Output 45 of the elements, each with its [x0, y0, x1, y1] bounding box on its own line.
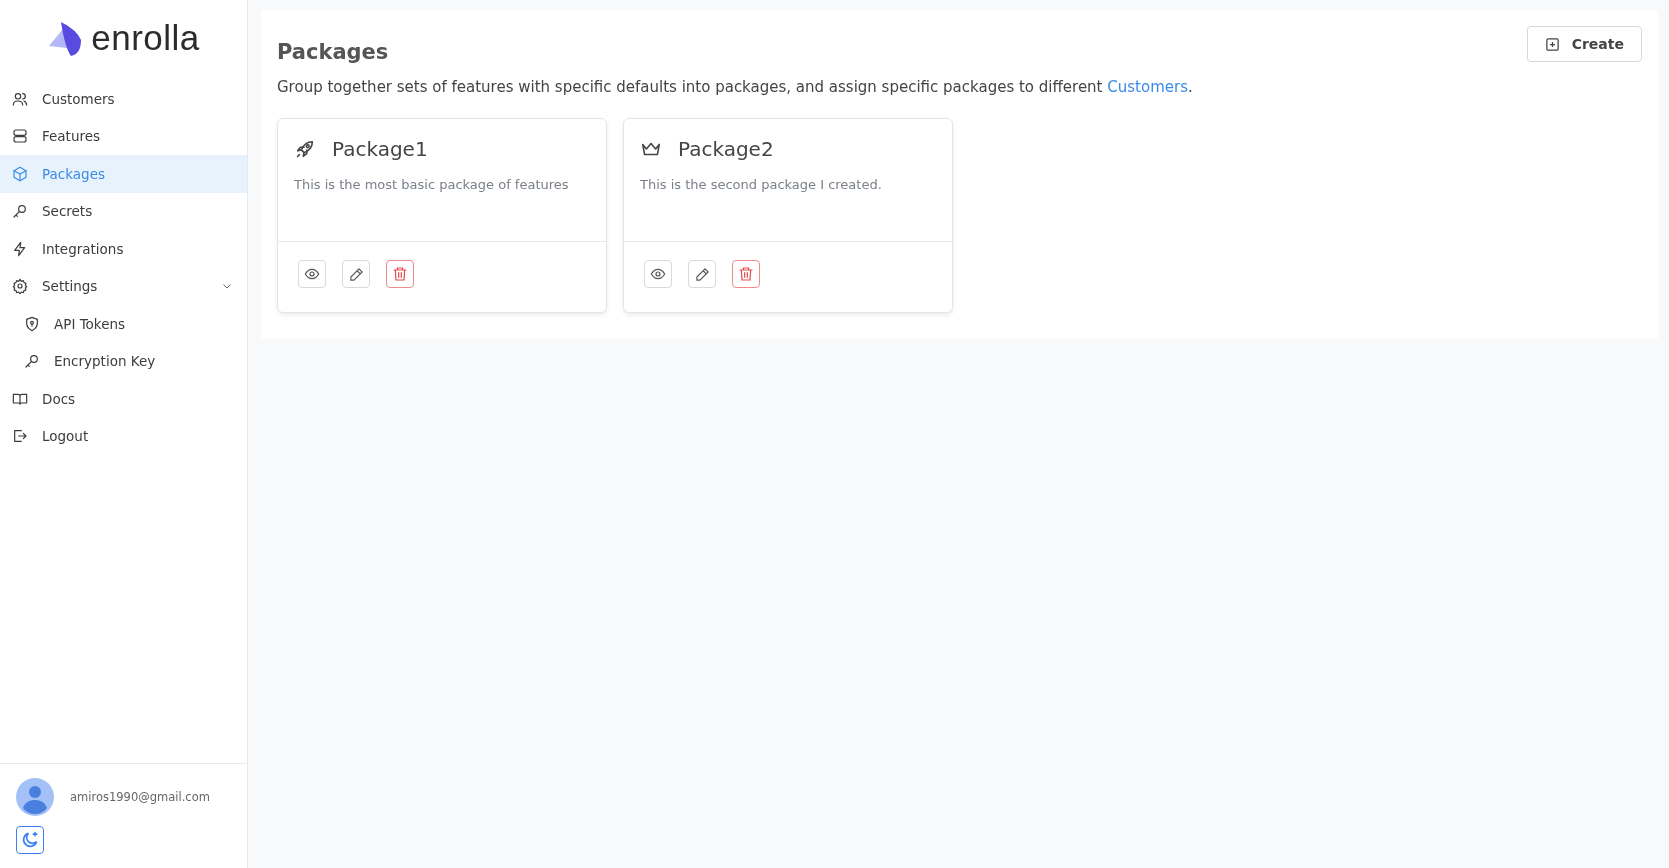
- key-icon: [24, 353, 40, 370]
- logout-icon: [12, 428, 28, 445]
- create-button[interactable]: Create: [1526, 26, 1642, 62]
- package-description: This is the most basic package of features: [294, 177, 570, 192]
- nav-subitem[interactable]: API Tokens: [0, 305, 247, 343]
- package-name: Package2: [678, 137, 774, 161]
- edit-button[interactable]: [342, 260, 370, 288]
- view-button[interactable]: [644, 260, 672, 288]
- plus-square-icon: [1544, 36, 1560, 52]
- pencil-icon: [348, 266, 364, 282]
- delete-button[interactable]: [732, 260, 760, 288]
- eye-icon: [650, 266, 666, 282]
- key-icon: [12, 203, 28, 220]
- trash-icon: [738, 266, 754, 282]
- user-email: amiros1990@gmail.com: [70, 790, 210, 804]
- package-name: Package1: [332, 137, 428, 161]
- dark-mode-toggle[interactable]: [16, 826, 44, 854]
- nav-item[interactable]: Features: [0, 117, 247, 155]
- delete-button[interactable]: [386, 260, 414, 288]
- users-icon: [12, 90, 28, 107]
- rocket-icon: [294, 138, 316, 160]
- avatar-icon: [16, 778, 54, 816]
- page-title: Packages: [277, 40, 389, 64]
- trash-icon: [392, 266, 408, 282]
- bolt-icon: [12, 240, 28, 257]
- page-description: Group together sets of features with specific defaults into packages, and assign specific packages to different Customers.: [277, 78, 1194, 96]
- nav-item[interactable]: Docs: [0, 380, 247, 418]
- nav-item[interactable]: Logout: [0, 417, 247, 455]
- nav-subitem[interactable]: Encryption Key: [0, 342, 247, 380]
- cube-icon: [12, 165, 28, 182]
- nav-item[interactable]: Secrets: [0, 192, 247, 230]
- pencil-icon: [694, 266, 710, 282]
- gear-icon: [12, 278, 28, 295]
- shield-icon: [24, 315, 40, 332]
- nav-item[interactable]: Settings: [0, 267, 247, 305]
- stack-icon: [12, 128, 28, 145]
- customers-link[interactable]: Customers: [1107, 78, 1188, 96]
- nav-item[interactable]: Integrations: [0, 230, 247, 268]
- nav-item[interactable]: Customers: [0, 80, 247, 118]
- moon-icon: [20, 830, 40, 850]
- edit-button[interactable]: [688, 260, 716, 288]
- view-button[interactable]: [298, 260, 326, 288]
- eye-icon: [304, 266, 320, 282]
- logo-wordmark: enrolla: [91, 18, 200, 58]
- package-description: This is the second package I created.: [640, 177, 883, 192]
